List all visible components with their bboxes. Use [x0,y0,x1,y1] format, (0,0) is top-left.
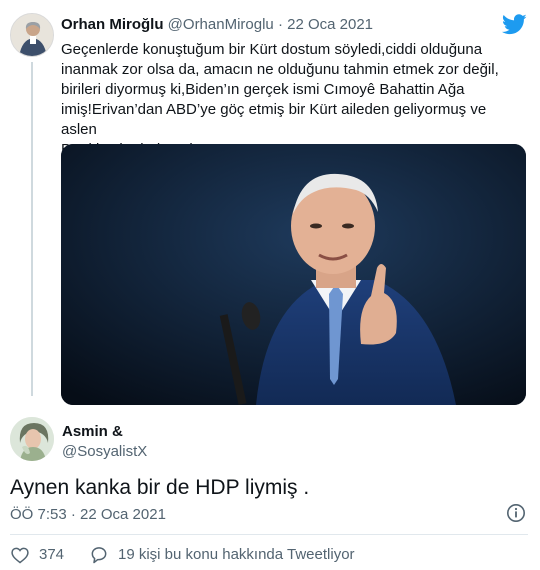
quoted-tweet-line: imiş!Erivan’dan ABD’ye göç etmiş bir Kür… [61,101,487,138]
quoted-tweet-header: Orhan Miroğlu @OrhanMiroglu · 22 Oca 202… [61,16,373,33]
header-separator: · [277,16,283,33]
quoted-tweet-text: Geçenlerde konuştuğum bir Kürt dostum sö… [61,40,523,160]
twitter-bird-icon[interactable] [501,14,527,35]
quoted-author-avatar[interactable] [10,13,54,57]
divider [10,534,528,535]
photo-illustration [61,144,526,405]
info-icon[interactable] [506,503,526,523]
reply-tweet-text: Aynen kanka bir de HDP liymiş . [10,476,310,499]
twitter-bird-svg [501,14,527,35]
reply-timestamp[interactable]: ÖÖ 7:53 · 22 Oca 2021 [10,506,166,523]
quoted-tweet-photo[interactable] [61,144,526,405]
quoted-tweet-line: Geçenlerde konuştuğum bir Kürt dostum sö… [61,41,483,58]
quoted-tweet-line: birileri diyormuş ki,Biden’ın gerçek ism… [61,81,465,98]
heart-icon[interactable] [10,545,30,565]
speech-bubble-icon-svg [91,547,107,564]
quoted-tweet-date[interactable]: 22 Oca 2021 [287,16,373,33]
talking-about-link[interactable]: 19 kişi bu konu hakkında Tweetliyor [118,546,355,563]
quoted-tweet-line: inanmak zor olsa da, amacın ne olduğunu … [61,61,499,78]
quoted-author-name[interactable]: Orhan Miroğlu [61,16,164,33]
heart-icon-svg [11,547,29,564]
avatar-portrait [11,14,53,56]
reply-author-handle[interactable]: @SosyalistX [62,443,147,460]
speech-bubble-icon[interactable] [89,545,109,565]
info-icon-svg [507,504,525,522]
like-count[interactable]: 374 [39,546,64,563]
reply-author-name[interactable]: Asmin & [62,423,123,440]
quoted-author-handle[interactable]: @OrhanMiroglu [168,16,274,33]
reply-author-avatar[interactable] [10,417,54,461]
avatar-portrait [10,417,54,461]
thread-connector-line [31,62,33,396]
